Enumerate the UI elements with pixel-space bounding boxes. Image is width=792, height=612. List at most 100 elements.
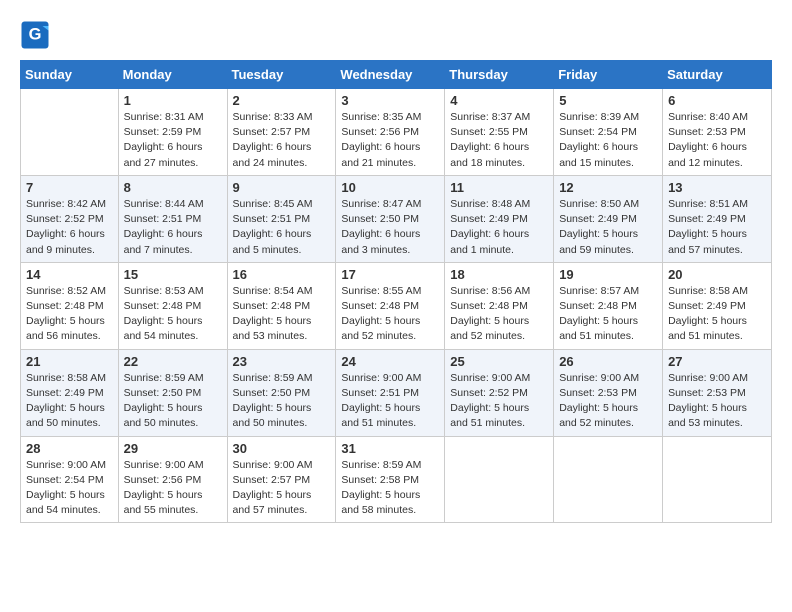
day-number: 30 [233, 441, 331, 456]
day-info: Sunrise: 8:56 AMSunset: 2:48 PMDaylight:… [450, 284, 548, 345]
day-number: 28 [26, 441, 113, 456]
day-cell: 13 Sunrise: 8:51 AMSunset: 2:49 PMDaylig… [663, 175, 772, 262]
day-info: Sunrise: 8:42 AMSunset: 2:52 PMDaylight:… [26, 197, 113, 258]
day-number: 21 [26, 354, 113, 369]
col-header-friday: Friday [554, 61, 663, 89]
day-cell: 27 Sunrise: 9:00 AMSunset: 2:53 PMDaylig… [663, 349, 772, 436]
day-info: Sunrise: 8:31 AMSunset: 2:59 PMDaylight:… [124, 110, 222, 171]
day-cell: 12 Sunrise: 8:50 AMSunset: 2:49 PMDaylig… [554, 175, 663, 262]
day-info: Sunrise: 8:59 AMSunset: 2:50 PMDaylight:… [233, 371, 331, 432]
day-info: Sunrise: 8:40 AMSunset: 2:53 PMDaylight:… [668, 110, 766, 171]
day-info: Sunrise: 8:51 AMSunset: 2:49 PMDaylight:… [668, 197, 766, 258]
day-number: 1 [124, 93, 222, 108]
logo: G [20, 20, 54, 50]
day-number: 26 [559, 354, 657, 369]
col-header-saturday: Saturday [663, 61, 772, 89]
day-cell: 31 Sunrise: 8:59 AMSunset: 2:58 PMDaylig… [336, 436, 445, 523]
day-info: Sunrise: 8:35 AMSunset: 2:56 PMDaylight:… [341, 110, 439, 171]
col-header-tuesday: Tuesday [227, 61, 336, 89]
calendar-table: SundayMondayTuesdayWednesdayThursdayFrid… [20, 60, 772, 523]
day-info: Sunrise: 8:59 AMSunset: 2:58 PMDaylight:… [341, 458, 439, 519]
day-number: 6 [668, 93, 766, 108]
day-info: Sunrise: 9:00 AMSunset: 2:56 PMDaylight:… [124, 458, 222, 519]
day-info: Sunrise: 8:33 AMSunset: 2:57 PMDaylight:… [233, 110, 331, 171]
day-number: 12 [559, 180, 657, 195]
day-cell: 11 Sunrise: 8:48 AMSunset: 2:49 PMDaylig… [445, 175, 554, 262]
day-number: 25 [450, 354, 548, 369]
col-header-sunday: Sunday [21, 61, 119, 89]
week-row-1: 1 Sunrise: 8:31 AMSunset: 2:59 PMDayligh… [21, 89, 772, 176]
day-number: 10 [341, 180, 439, 195]
day-info: Sunrise: 8:44 AMSunset: 2:51 PMDaylight:… [124, 197, 222, 258]
day-cell: 9 Sunrise: 8:45 AMSunset: 2:51 PMDayligh… [227, 175, 336, 262]
day-info: Sunrise: 8:52 AMSunset: 2:48 PMDaylight:… [26, 284, 113, 345]
day-number: 9 [233, 180, 331, 195]
page-header: G [20, 20, 772, 50]
day-info: Sunrise: 9:00 AMSunset: 2:54 PMDaylight:… [26, 458, 113, 519]
day-cell: 18 Sunrise: 8:56 AMSunset: 2:48 PMDaylig… [445, 262, 554, 349]
day-info: Sunrise: 8:39 AMSunset: 2:54 PMDaylight:… [559, 110, 657, 171]
day-number: 4 [450, 93, 548, 108]
logo-icon: G [20, 20, 50, 50]
day-cell: 8 Sunrise: 8:44 AMSunset: 2:51 PMDayligh… [118, 175, 227, 262]
day-cell: 20 Sunrise: 8:58 AMSunset: 2:49 PMDaylig… [663, 262, 772, 349]
day-cell: 15 Sunrise: 8:53 AMSunset: 2:48 PMDaylig… [118, 262, 227, 349]
day-number: 11 [450, 180, 548, 195]
day-cell: 7 Sunrise: 8:42 AMSunset: 2:52 PMDayligh… [21, 175, 119, 262]
day-number: 29 [124, 441, 222, 456]
day-number: 14 [26, 267, 113, 282]
day-number: 8 [124, 180, 222, 195]
day-info: Sunrise: 9:00 AMSunset: 2:53 PMDaylight:… [668, 371, 766, 432]
day-number: 24 [341, 354, 439, 369]
day-cell: 23 Sunrise: 8:59 AMSunset: 2:50 PMDaylig… [227, 349, 336, 436]
col-header-monday: Monday [118, 61, 227, 89]
week-row-5: 28 Sunrise: 9:00 AMSunset: 2:54 PMDaylig… [21, 436, 772, 523]
day-number: 18 [450, 267, 548, 282]
day-info: Sunrise: 9:00 AMSunset: 2:53 PMDaylight:… [559, 371, 657, 432]
header-row: SundayMondayTuesdayWednesdayThursdayFrid… [21, 61, 772, 89]
day-cell: 30 Sunrise: 9:00 AMSunset: 2:57 PMDaylig… [227, 436, 336, 523]
day-info: Sunrise: 8:58 AMSunset: 2:49 PMDaylight:… [26, 371, 113, 432]
day-info: Sunrise: 9:00 AMSunset: 2:57 PMDaylight:… [233, 458, 331, 519]
day-cell [554, 436, 663, 523]
day-cell: 6 Sunrise: 8:40 AMSunset: 2:53 PMDayligh… [663, 89, 772, 176]
day-cell: 17 Sunrise: 8:55 AMSunset: 2:48 PMDaylig… [336, 262, 445, 349]
day-cell: 1 Sunrise: 8:31 AMSunset: 2:59 PMDayligh… [118, 89, 227, 176]
day-cell: 19 Sunrise: 8:57 AMSunset: 2:48 PMDaylig… [554, 262, 663, 349]
day-cell [21, 89, 119, 176]
col-header-thursday: Thursday [445, 61, 554, 89]
day-cell: 10 Sunrise: 8:47 AMSunset: 2:50 PMDaylig… [336, 175, 445, 262]
day-info: Sunrise: 8:57 AMSunset: 2:48 PMDaylight:… [559, 284, 657, 345]
day-number: 17 [341, 267, 439, 282]
day-cell: 22 Sunrise: 8:59 AMSunset: 2:50 PMDaylig… [118, 349, 227, 436]
day-cell: 21 Sunrise: 8:58 AMSunset: 2:49 PMDaylig… [21, 349, 119, 436]
day-number: 31 [341, 441, 439, 456]
day-info: Sunrise: 9:00 AMSunset: 2:52 PMDaylight:… [450, 371, 548, 432]
day-info: Sunrise: 8:45 AMSunset: 2:51 PMDaylight:… [233, 197, 331, 258]
day-info: Sunrise: 8:58 AMSunset: 2:49 PMDaylight:… [668, 284, 766, 345]
day-number: 20 [668, 267, 766, 282]
day-cell: 28 Sunrise: 9:00 AMSunset: 2:54 PMDaylig… [21, 436, 119, 523]
day-info: Sunrise: 8:55 AMSunset: 2:48 PMDaylight:… [341, 284, 439, 345]
day-cell: 24 Sunrise: 9:00 AMSunset: 2:51 PMDaylig… [336, 349, 445, 436]
day-number: 13 [668, 180, 766, 195]
day-cell: 29 Sunrise: 9:00 AMSunset: 2:56 PMDaylig… [118, 436, 227, 523]
day-cell: 3 Sunrise: 8:35 AMSunset: 2:56 PMDayligh… [336, 89, 445, 176]
col-header-wednesday: Wednesday [336, 61, 445, 89]
day-info: Sunrise: 8:54 AMSunset: 2:48 PMDaylight:… [233, 284, 331, 345]
day-cell [663, 436, 772, 523]
day-cell: 5 Sunrise: 8:39 AMSunset: 2:54 PMDayligh… [554, 89, 663, 176]
day-cell: 2 Sunrise: 8:33 AMSunset: 2:57 PMDayligh… [227, 89, 336, 176]
day-number: 22 [124, 354, 222, 369]
day-number: 5 [559, 93, 657, 108]
day-number: 3 [341, 93, 439, 108]
day-info: Sunrise: 8:47 AMSunset: 2:50 PMDaylight:… [341, 197, 439, 258]
day-cell: 26 Sunrise: 9:00 AMSunset: 2:53 PMDaylig… [554, 349, 663, 436]
day-cell: 4 Sunrise: 8:37 AMSunset: 2:55 PMDayligh… [445, 89, 554, 176]
week-row-2: 7 Sunrise: 8:42 AMSunset: 2:52 PMDayligh… [21, 175, 772, 262]
svg-text:G: G [29, 26, 42, 44]
week-row-3: 14 Sunrise: 8:52 AMSunset: 2:48 PMDaylig… [21, 262, 772, 349]
day-number: 27 [668, 354, 766, 369]
day-cell [445, 436, 554, 523]
day-info: Sunrise: 8:50 AMSunset: 2:49 PMDaylight:… [559, 197, 657, 258]
